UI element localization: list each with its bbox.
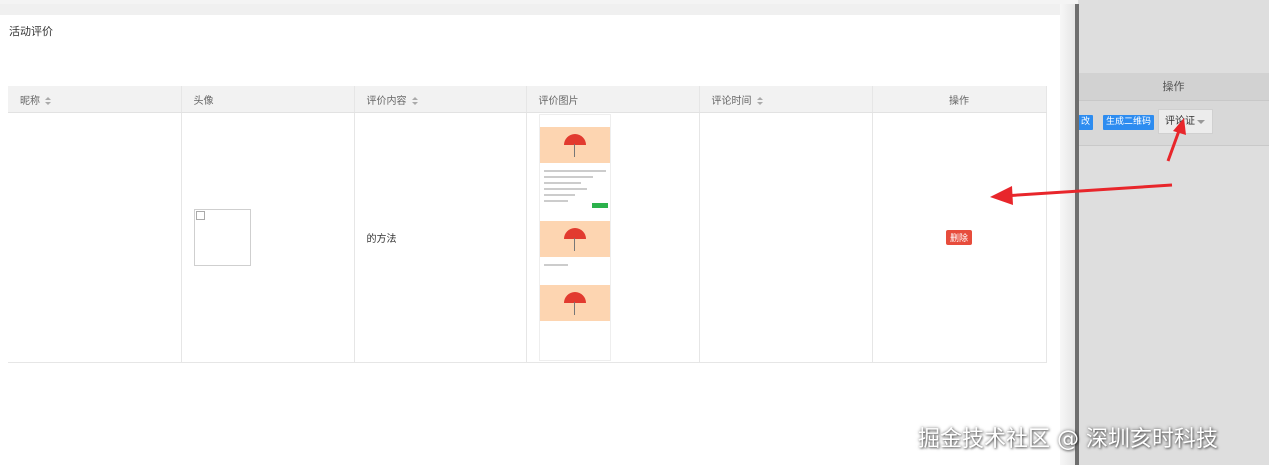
cell-content: 的方法 — [354, 112, 527, 363]
broken-image-icon — [195, 211, 205, 220]
bg-comment-select[interactable]: 评论证 — [1158, 109, 1213, 134]
watermark: 掘金技术社区 @ 深圳亥时科技 — [918, 427, 1218, 452]
image-status-bar — [540, 115, 610, 127]
column-header-avatar: 头像 — [181, 86, 355, 113]
umbrella-handle — [573, 144, 575, 157]
image-status-bar-2 — [540, 209, 610, 221]
top-strip — [0, 4, 1075, 15]
bg-comment-select-value: 评论证 — [1165, 116, 1195, 127]
bg-qrcode-button[interactable]: 生成二维码 — [1103, 115, 1155, 130]
umbrella-handle — [573, 302, 575, 315]
umbrella-icon — [563, 228, 586, 239]
background-page: 操作 — [1078, 0, 1269, 465]
umbrella-icon — [563, 292, 586, 303]
cell-actions: 删除 — [872, 112, 1047, 363]
column-header-nickname[interactable]: 昵称 — [8, 86, 182, 113]
umbrella-icon — [563, 134, 586, 145]
cell-avatar — [181, 112, 355, 363]
bg-modify-button[interactable]: 改 — [1078, 115, 1094, 130]
avatar — [193, 209, 251, 266]
sort-icon[interactable] — [411, 96, 418, 105]
drawer-edge — [1075, 4, 1079, 465]
sort-icon[interactable] — [756, 96, 763, 105]
cell-nickname — [8, 112, 182, 363]
umbrella-handle — [573, 238, 575, 251]
cell-time — [699, 112, 873, 363]
chevron-down-icon — [1197, 120, 1205, 124]
image-status-bar-3 — [540, 273, 610, 285]
delete-button[interactable]: 删除 — [945, 230, 972, 245]
image-banner-3 — [539, 285, 610, 321]
column-header-content[interactable]: 评价内容 — [354, 86, 527, 113]
table-header-row: 昵称 头像 评价内容 评价图片 评论时间 操作 — [8, 86, 1047, 113]
bg-op-header: 操作 — [1078, 73, 1269, 101]
column-header-time[interactable]: 评论时间 — [699, 86, 873, 113]
image-green-button — [591, 203, 608, 208]
sort-icon[interactable] — [45, 96, 51, 105]
review-table: 昵称 头像 评价内容 评价图片 评论时间 操作 的方法 删除 — [8, 86, 1047, 363]
table-row: 的方法 删除 — [8, 112, 1047, 363]
image-text-lines-2 — [540, 257, 610, 273]
image-banner-2 — [539, 221, 610, 257]
cell-images — [526, 112, 700, 363]
image-banner — [539, 127, 610, 163]
comment-image[interactable] — [538, 114, 611, 361]
review-drawer: 活动评价 昵称 头像 评价内容 评价图片 评论时间 操作 的方法 删除 — [0, 15, 1060, 465]
page-title: 活动评价 — [9, 25, 53, 38]
column-header-actions: 操作 — [872, 86, 1047, 113]
column-header-images: 评价图片 — [526, 86, 700, 113]
